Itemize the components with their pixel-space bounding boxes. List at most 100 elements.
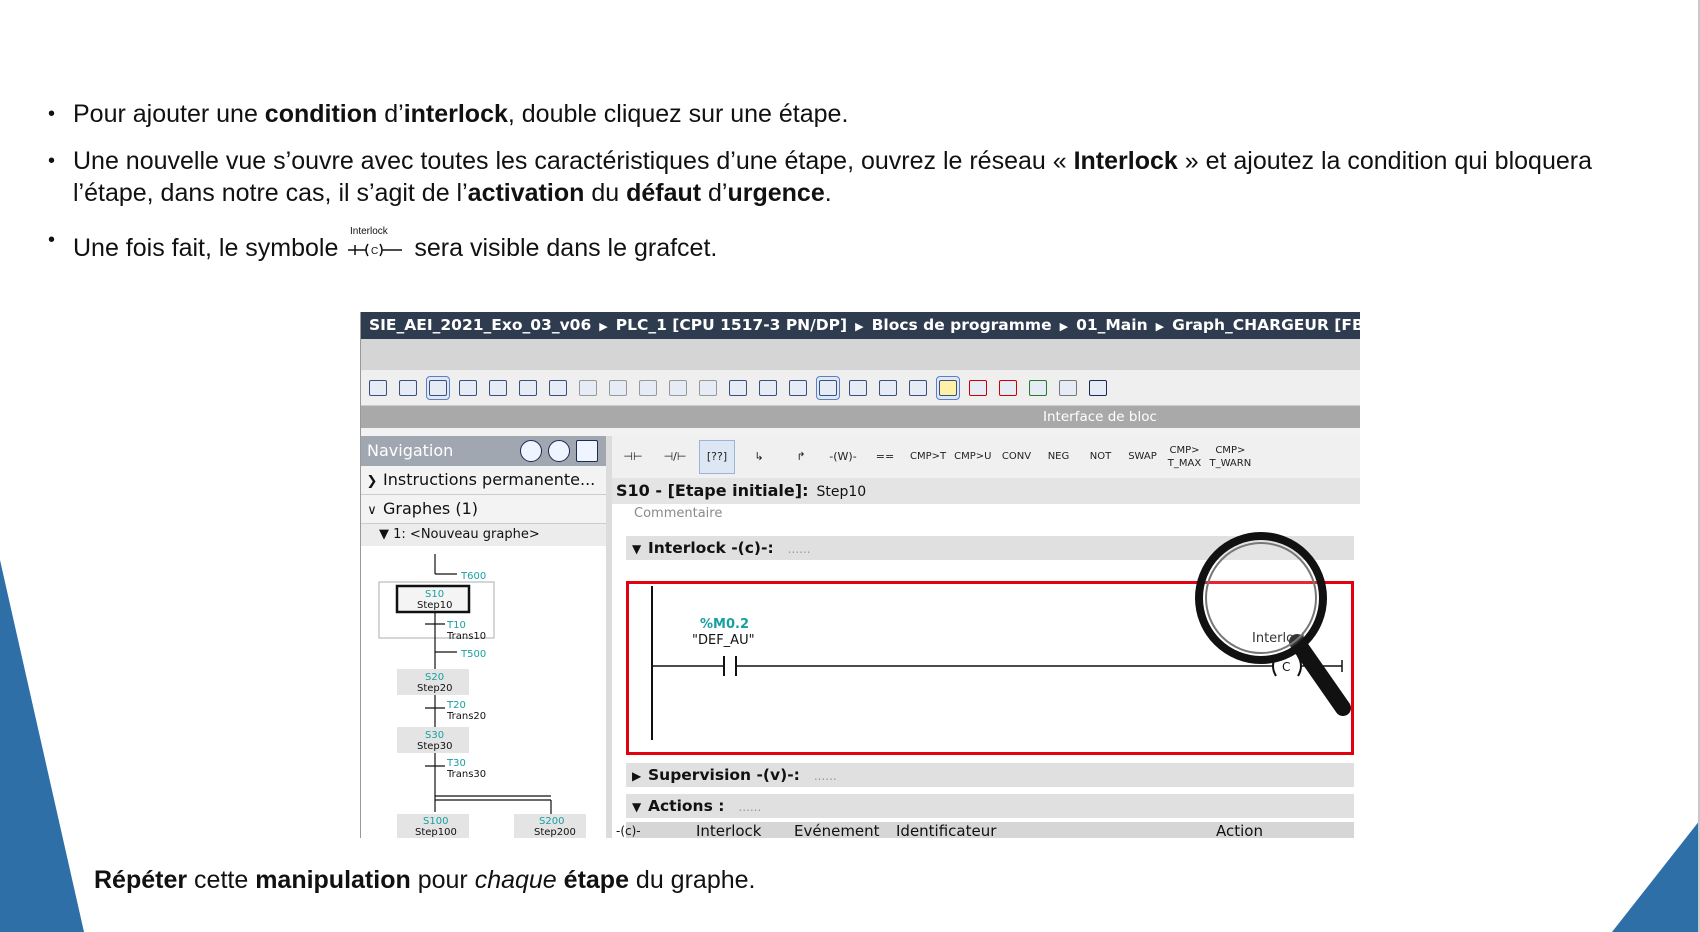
col-action[interactable]: Action (1216, 822, 1263, 838)
block-interface-label: Interface de bloc (1043, 409, 1157, 425)
bullet-2-bold-c: défaut (626, 179, 702, 207)
toolbar-grey-icon[interactable] (637, 377, 659, 399)
bullet-2-bold-b: activation (467, 179, 585, 207)
step-comment[interactable]: Commentaire (612, 504, 1360, 524)
toolbar-view-icon[interactable] (426, 375, 450, 400)
toolbar-glasses-icon[interactable] (1087, 377, 1109, 399)
toolbar-monitor-icon[interactable] (877, 377, 899, 399)
section-dots: ...... (813, 769, 837, 783)
nav-row-permanent[interactable]: ❯ Instructions permanente... (361, 466, 606, 495)
toolbar-grey-icon[interactable] (607, 377, 629, 399)
breadcrumb-project[interactable]: SIE_AEI_2021_Exo_03_v06 (369, 316, 591, 334)
graph-label-s20: S20 (425, 672, 444, 683)
supervision-section-label: Supervision -(v)-: (648, 766, 800, 784)
toolbar-settings-icon[interactable] (1057, 377, 1079, 399)
toolbar-block-icon[interactable] (367, 377, 389, 399)
zoom-in-icon[interactable] (520, 440, 542, 462)
cmp-twarn-button[interactable]: CMP> T_WARN (1209, 441, 1251, 473)
toolbar-open-all-icon[interactable] (787, 377, 809, 399)
footer-instruction: Répéter cette manipulation pour chaque é… (94, 866, 755, 895)
not-button[interactable]: NOT (1083, 441, 1117, 473)
tia-screenshot: SIE_AEI_2021_Exo_03_v06 ▶ PLC_1 [CPU 1517-… (360, 312, 1360, 838)
graph-label-trans10: Trans10 (446, 631, 486, 642)
breadcrumb-graph[interactable]: Graph_CHARGEUR [FB1] (1172, 316, 1360, 334)
chevron-down-icon[interactable]: ∨ (361, 497, 383, 525)
menu-band (361, 339, 1360, 370)
no-contact-icon[interactable]: ⊣⊢ (616, 441, 650, 473)
toolbar-networks-icon[interactable] (757, 377, 779, 399)
cmp-u-button[interactable]: CMP>U (954, 441, 991, 473)
navigation-header: Navigation (361, 436, 606, 466)
bullet-1-text-a: Pour ajouter une (73, 100, 265, 128)
nav-row-label: Graphes (1) (383, 499, 479, 518)
breadcrumb-main[interactable]: 01_Main (1076, 316, 1148, 334)
toolbar-call-delete-icon[interactable] (997, 377, 1019, 399)
toolbar-list-icon[interactable] (397, 377, 419, 399)
actions-section-header[interactable]: ▼ Actions :...... (626, 794, 1354, 818)
swap-button[interactable]: SWAP (1125, 441, 1159, 473)
toolbar-step-icon[interactable] (457, 377, 479, 399)
triangle-right-icon[interactable]: ▶ (632, 764, 648, 788)
toolbar-download-icon[interactable] (1027, 377, 1049, 399)
neg-button[interactable]: NEG (1041, 441, 1075, 473)
graph-label-s10: S10 (425, 589, 444, 600)
breadcrumb-plc[interactable]: PLC_1 [CPU 1517-3 PN/DP] (616, 316, 847, 334)
triangle-down-icon[interactable]: ▼ (632, 795, 648, 819)
bullet-2: Une nouvelle vue s’ouvre avec toutes les… (48, 145, 1608, 209)
footer-italic: chaque (474, 866, 557, 894)
step-header-name[interactable]: Step10 (816, 484, 866, 500)
cmp-tmax-button[interactable]: CMP> T_MAX (1167, 441, 1201, 473)
nc-contact-icon[interactable]: ⊣/⊢ (658, 441, 692, 473)
grafcet-overview[interactable]: T600 S10 Step10 T10 Trans10 T500 S20 Ste… (361, 544, 606, 838)
toolbar-favorite-icon[interactable] (936, 375, 960, 400)
conv-button[interactable]: CONV (999, 441, 1033, 473)
left-corner-shape (0, 560, 84, 932)
nav-row-label: Instructions permanente... (383, 470, 596, 489)
coil-w-icon[interactable]: -(W)- (826, 441, 860, 473)
col-evenement[interactable]: Evénement (794, 822, 880, 838)
graph-label-t30: T30 (446, 758, 466, 769)
toolbar-call-icon[interactable] (967, 377, 989, 399)
empty-box-icon[interactable]: [??] (699, 440, 735, 474)
toolbar-grey-icon[interactable] (577, 377, 599, 399)
bullet-1-text-b: d’ (377, 100, 404, 128)
cmp-t-button[interactable]: CMP>T (910, 441, 946, 473)
toolbar-compare-icon[interactable] (907, 377, 929, 399)
toolbar-absolute-icon[interactable] (727, 377, 749, 399)
toolbar-insert-network-icon[interactable] (517, 377, 539, 399)
section-dots: ...... (738, 800, 762, 814)
toolbar-mail-icon[interactable] (487, 377, 509, 399)
navigation-pane: Navigation ❯ Instructions permanente... ∨… (361, 436, 607, 838)
chevron-right-icon[interactable]: ❯ (361, 468, 383, 496)
compare-eq-icon[interactable]: == (868, 441, 902, 473)
graph-label-step100: Step100 (415, 827, 457, 838)
nav-row-graphs[interactable]: ∨ Graphes (1) (361, 495, 606, 524)
col-identificateur[interactable]: Identificateur (896, 822, 996, 838)
triangle-down-icon[interactable]: ▼ (632, 537, 648, 561)
interlock-symbol-label: Interlock (350, 226, 389, 237)
fit-icon[interactable] (576, 440, 598, 462)
breadcrumb-arrow-icon: ▶ (855, 320, 864, 333)
bullet-2-text-d: d’ (701, 179, 728, 207)
breadcrumb-arrow-icon: ▶ (1155, 320, 1165, 333)
toolbar-grey-icon[interactable] (697, 377, 719, 399)
block-interface-bar[interactable]: Interface de bloc (361, 406, 1360, 428)
breadcrumb-arrow-icon: ▶ (599, 320, 608, 333)
graph-label-step200: Step200 (534, 827, 576, 838)
toolbar-comment-icon[interactable] (816, 375, 840, 400)
zoom-out-icon[interactable] (548, 440, 570, 462)
bullet-2-text-e: . (824, 179, 832, 207)
toolbar-grey-icon[interactable] (667, 377, 689, 399)
branch-open-icon[interactable]: ↳ (742, 441, 776, 473)
branch-close-icon[interactable]: ↱ (784, 441, 818, 473)
toolbar-tag-icon[interactable] (847, 377, 869, 399)
toolbar-delete-network-icon[interactable] (547, 377, 569, 399)
footer-text-b: pour (410, 866, 475, 894)
supervision-section-header[interactable]: ▶ Supervision -(v)-:...... (626, 763, 1354, 787)
footer-text-d: du graphe. (628, 866, 756, 894)
breadcrumb-blocks[interactable]: Blocs de programme (872, 316, 1052, 334)
col-interlock[interactable]: Interlock (696, 822, 762, 838)
bullet-2-text-c: du (584, 179, 627, 207)
right-corner-shape (1612, 820, 1700, 932)
nav-graph-item[interactable]: ▼ 1: <Nouveau graphe> (361, 524, 606, 546)
